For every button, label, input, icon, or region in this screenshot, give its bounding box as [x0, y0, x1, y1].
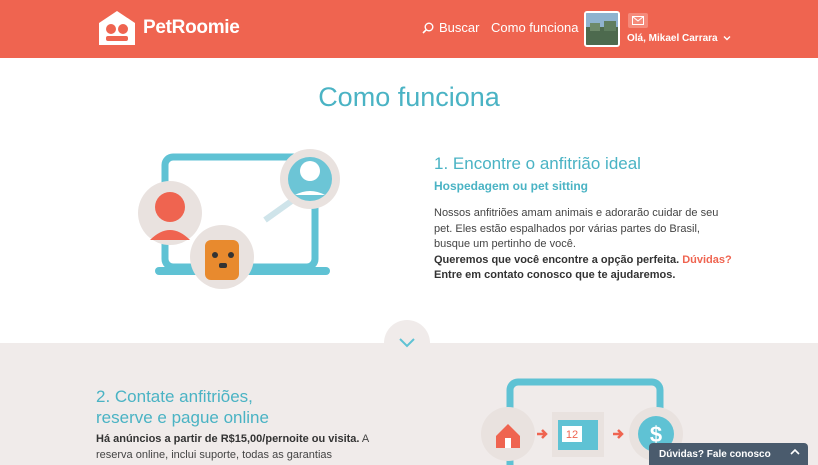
step1-subtitle: Hospedagem ou pet sitting [434, 179, 589, 193]
step1-title: 1. Encontre o anfitrião ideal [434, 154, 641, 173]
messages-button[interactable] [628, 13, 648, 28]
house-pets-logo-icon [99, 11, 135, 45]
avatar-photo [586, 13, 618, 45]
avatar[interactable] [584, 11, 620, 47]
step2-body: Há anúncios a partir de R$15,00/pernoite… [96, 431, 386, 463]
step2-price: Há anúncios a partir de R$15,00/pernoite… [96, 433, 360, 445]
step2-title: 2. Contate anfitriões, reserve e pague o… [96, 386, 356, 428]
step2-title-line1: 2. Contate anfitriões, [96, 387, 253, 406]
chevron-down-icon [723, 36, 731, 41]
brand-logo[interactable]: PetRoomie [97, 9, 240, 47]
nav-search-label: Buscar [439, 20, 480, 35]
top-nav: PetRoomie Buscar Como funciona Olá, Mika… [0, 0, 818, 58]
page-title: Como funciona [318, 82, 500, 112]
find-host-illustration [138, 149, 340, 289]
step1-contact-line: Entre em contato conosco que te ajudarem… [434, 269, 676, 281]
faq-link[interactable]: Dúvidas? [682, 254, 732, 266]
nav-search-link[interactable]: Buscar [422, 20, 479, 35]
nav-how-it-works-link[interactable]: Como funciona [491, 20, 578, 35]
brand-name: PetRoomie [143, 17, 240, 38]
user-greeting: Olá, Mikael Carrara [627, 33, 718, 44]
step1-body: Nossos anfitriões amam animais e adorarã… [434, 206, 734, 284]
step1-description: Nossos anfitriões amam animais e adorarã… [434, 207, 719, 250]
step2-title-line2: reserve e pague online [96, 408, 269, 427]
user-menu[interactable]: Olá, Mikael Carrara [627, 33, 731, 44]
mail-icon [632, 16, 644, 25]
step1-strong-line: Queremos que você encontre a opção perfe… [434, 253, 680, 266]
scroll-down-button[interactable] [384, 320, 430, 366]
help-chat-widget[interactable]: Dúvidas? Fale conosco [649, 443, 808, 465]
calendar-day: 12 [566, 429, 578, 441]
help-chat-label: Dúvidas? Fale conosco [659, 448, 771, 460]
chevron-down-icon [399, 338, 415, 348]
chevron-up-icon [790, 448, 800, 455]
search-icon [422, 22, 434, 34]
